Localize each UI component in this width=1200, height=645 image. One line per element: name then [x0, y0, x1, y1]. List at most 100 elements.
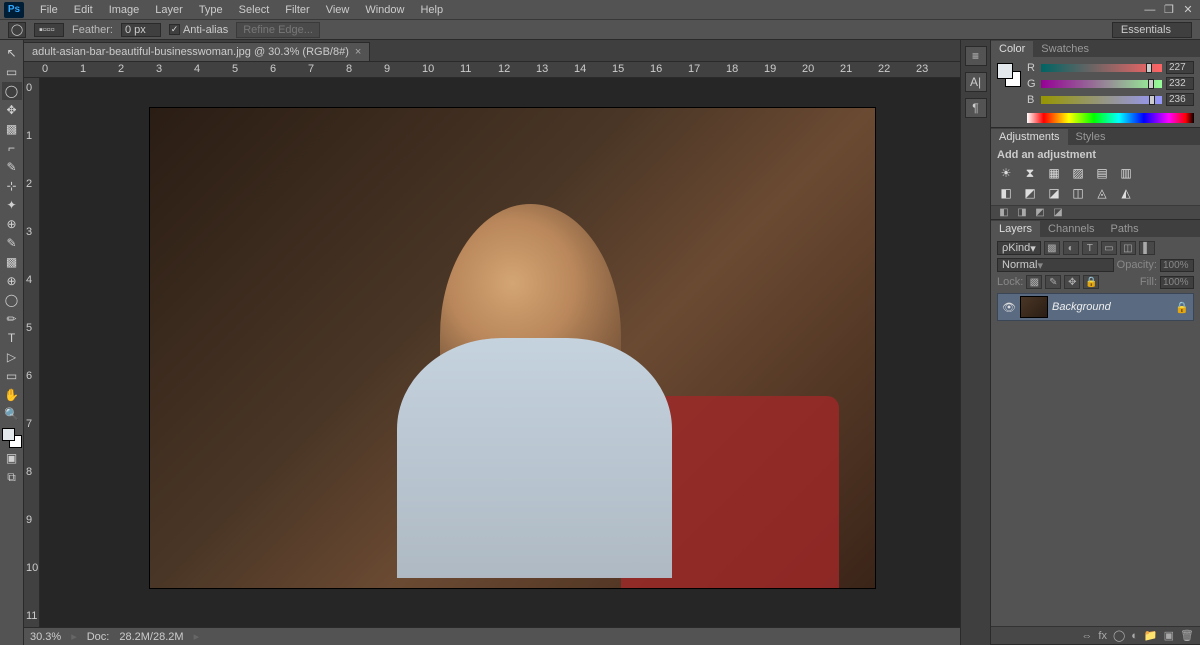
tab-channels[interactable]: Channels: [1040, 221, 1102, 237]
filter-type-icon[interactable]: T: [1082, 241, 1098, 255]
adjustment-icon[interactable]: ▥: [1117, 165, 1135, 181]
adjustment-icon[interactable]: ◭: [1117, 185, 1135, 201]
adjustment-icon[interactable]: ◩: [1021, 185, 1039, 201]
menu-edit[interactable]: Edit: [66, 1, 101, 19]
close-icon[interactable]: ×: [355, 46, 361, 58]
adjustment-icon[interactable]: ▦: [1045, 165, 1063, 181]
adj-footer-icon[interactable]: ◨: [1015, 207, 1029, 218]
menu-layer[interactable]: Layer: [147, 1, 191, 19]
adjustment-icon[interactable]: ☀: [997, 165, 1015, 181]
chevron-right-icon[interactable]: ▸: [194, 630, 200, 643]
adj-footer-icon[interactable]: ◧: [997, 207, 1011, 218]
move-tool[interactable]: ↖: [2, 44, 22, 62]
document-tab[interactable]: adult-asian-bar-beautiful-businesswoman.…: [24, 42, 370, 61]
blend-mode-select[interactable]: Normal ▾: [997, 258, 1114, 272]
crop-tool[interactable]: ▩: [2, 120, 22, 138]
adj-footer-icon[interactable]: ◪: [1051, 207, 1065, 218]
marquee-tool[interactable]: ▭: [2, 63, 22, 81]
new-layer-icon[interactable]: ▣: [1164, 629, 1174, 642]
b-slider[interactable]: [1041, 96, 1162, 104]
shape-tool[interactable]: ▭: [2, 367, 22, 385]
pen-tool[interactable]: ✏: [2, 310, 22, 328]
layer-filter-kind[interactable]: ρ Kind ▾: [997, 241, 1041, 255]
workspace-switcher[interactable]: Essentials: [1112, 22, 1192, 38]
filter-toggle[interactable]: ▌: [1139, 241, 1155, 255]
adjustment-icon[interactable]: ▨: [1069, 165, 1087, 181]
blur-tool[interactable]: ⊕: [2, 272, 22, 290]
layer-mask-icon[interactable]: ◯: [1113, 629, 1125, 642]
g-slider[interactable]: [1041, 80, 1162, 88]
dodge-tool[interactable]: ◯: [2, 291, 22, 309]
type-tool[interactable]: T: [2, 329, 22, 347]
color-spectrum[interactable]: [1027, 113, 1194, 123]
screenmode-tool[interactable]: ⧉: [2, 468, 22, 486]
paragraph-panel-icon[interactable]: ¶: [965, 98, 987, 118]
lasso-tool[interactable]: ◯: [2, 82, 22, 100]
color-swatch-pair[interactable]: [997, 63, 1021, 87]
filter-smart-icon[interactable]: ◫: [1120, 241, 1136, 255]
menu-type[interactable]: Type: [191, 1, 231, 19]
adjustment-icon[interactable]: ◬: [1093, 185, 1111, 201]
menu-window[interactable]: Window: [357, 1, 412, 19]
menu-view[interactable]: View: [318, 1, 358, 19]
adjustment-icon[interactable]: ◫: [1069, 185, 1087, 201]
close-button[interactable]: ✕: [1180, 3, 1196, 16]
menu-file[interactable]: File: [32, 1, 66, 19]
r-slider[interactable]: [1041, 64, 1162, 72]
r-value[interactable]: [1166, 61, 1194, 74]
tab-paths[interactable]: Paths: [1103, 221, 1147, 237]
history-panel-icon[interactable]: ≡: [965, 46, 987, 66]
filter-shape-icon[interactable]: ▭: [1101, 241, 1117, 255]
menu-help[interactable]: Help: [412, 1, 451, 19]
tab-layers[interactable]: Layers: [991, 221, 1040, 237]
visibility-icon[interactable]: 👁: [1002, 301, 1016, 314]
menu-filter[interactable]: Filter: [277, 1, 317, 19]
brush-tool[interactable]: ⊹: [2, 177, 22, 195]
lock-pixels-icon[interactable]: ✎: [1045, 275, 1061, 289]
healing-tool[interactable]: ✎: [2, 158, 22, 176]
adjustment-icon[interactable]: ◧: [997, 185, 1015, 201]
quickmask-tool[interactable]: ▣: [2, 449, 22, 467]
chevron-right-icon[interactable]: ▸: [71, 630, 77, 643]
minimize-button[interactable]: —: [1142, 4, 1158, 16]
filter-adjust-icon[interactable]: ◐: [1063, 241, 1079, 255]
selection-mode[interactable]: ▪▫▫▫: [34, 23, 64, 37]
maximize-button[interactable]: ❐: [1161, 3, 1177, 16]
eraser-tool[interactable]: ✎: [2, 234, 22, 252]
path-tool[interactable]: ▷: [2, 348, 22, 366]
group-icon[interactable]: 📁: [1144, 629, 1158, 642]
document-image[interactable]: [150, 108, 875, 588]
link-layers-icon[interactable]: ⇔: [1081, 630, 1092, 642]
lock-transparency-icon[interactable]: ▩: [1026, 275, 1042, 289]
tab-adjustments[interactable]: Adjustments: [991, 129, 1068, 145]
b-value[interactable]: [1166, 93, 1194, 106]
hand-tool[interactable]: ✋: [2, 386, 22, 404]
delete-layer-icon[interactable]: 🗑: [1180, 629, 1194, 642]
g-value[interactable]: [1166, 77, 1194, 90]
zoom-tool[interactable]: 🔍: [2, 405, 22, 423]
layer-row[interactable]: 👁 Background 🔒: [997, 293, 1194, 321]
tab-color[interactable]: Color: [991, 41, 1033, 57]
lock-position-icon[interactable]: ✥: [1064, 275, 1080, 289]
adjustment-icon[interactable]: ⧗: [1021, 165, 1039, 181]
adjustment-icon[interactable]: ◪: [1045, 185, 1063, 201]
opacity-input[interactable]: [1160, 259, 1194, 272]
foreground-swatch[interactable]: [997, 63, 1013, 79]
fill-input[interactable]: [1160, 276, 1194, 289]
eyedropper-tool[interactable]: ⌐: [2, 139, 22, 157]
clone-stamp-tool[interactable]: ✦: [2, 196, 22, 214]
zoom-level[interactable]: 30.3%: [30, 631, 61, 643]
tab-swatches[interactable]: Swatches: [1033, 41, 1097, 57]
adjustment-icon[interactable]: ▤: [1093, 165, 1111, 181]
menu-image[interactable]: Image: [101, 1, 148, 19]
antialias-toggle[interactable]: ✓ Anti-alias: [169, 24, 228, 36]
layer-name[interactable]: Background: [1052, 301, 1171, 313]
foreground-background-swatch[interactable]: [2, 428, 22, 448]
adj-footer-icon[interactable]: ◩: [1033, 207, 1047, 218]
character-panel-icon[interactable]: A|: [965, 72, 987, 92]
history-brush-tool[interactable]: ⊕: [2, 215, 22, 233]
gradient-tool[interactable]: ▩: [2, 253, 22, 271]
menu-select[interactable]: Select: [231, 1, 278, 19]
tab-styles[interactable]: Styles: [1068, 129, 1114, 145]
adjustment-layer-icon[interactable]: ◐: [1131, 630, 1138, 642]
